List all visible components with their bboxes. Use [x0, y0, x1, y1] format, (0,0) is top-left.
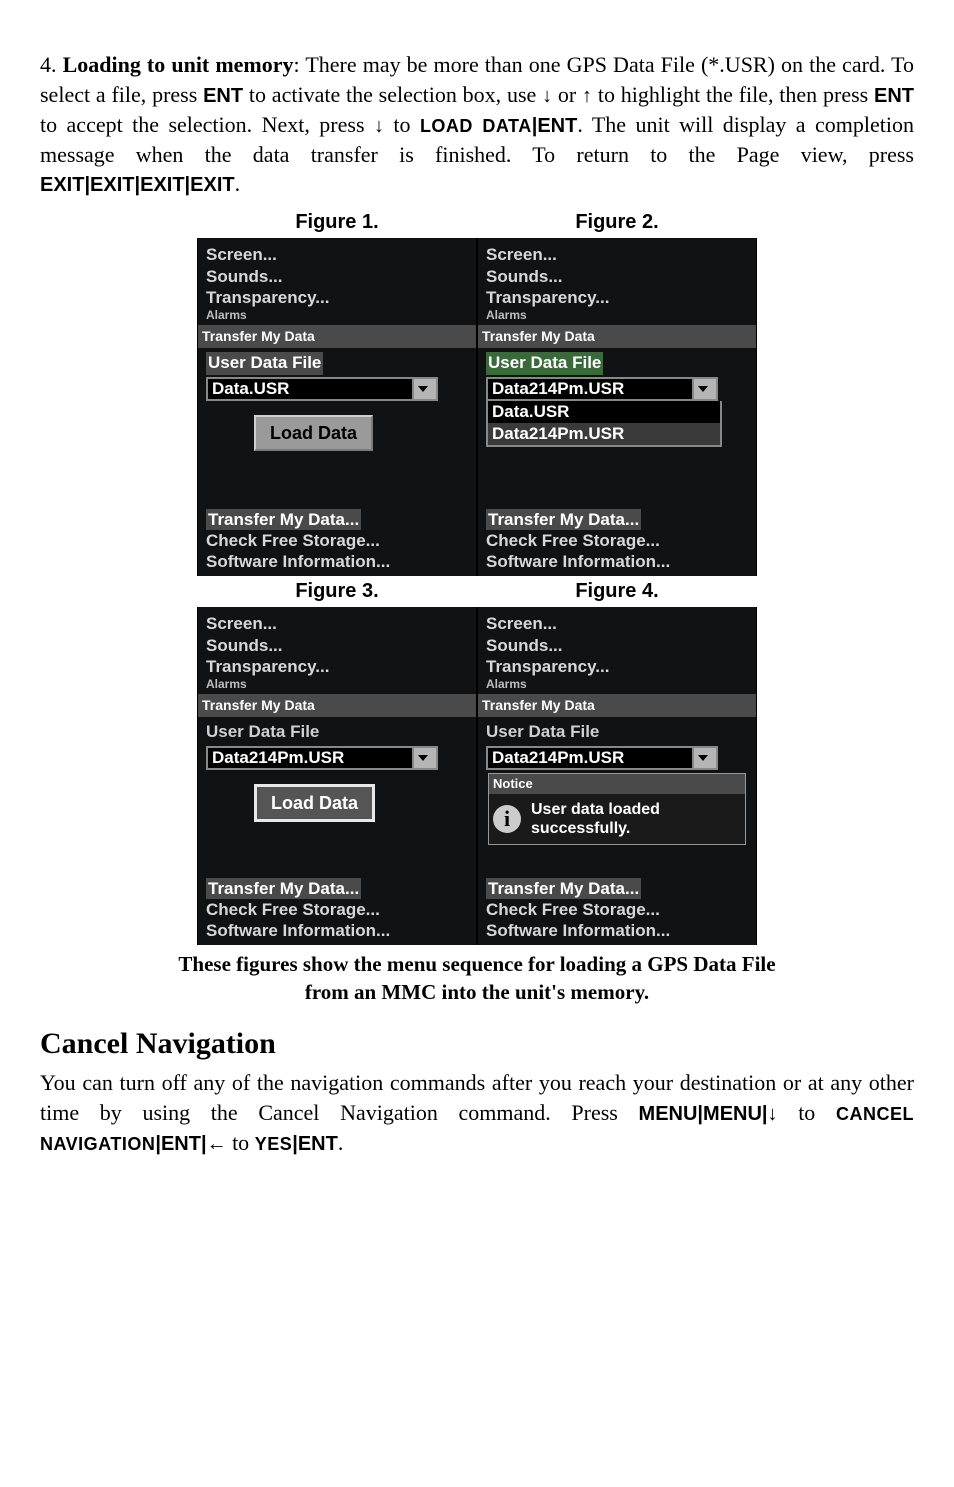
- user-data-file-label[interactable]: User Data File: [206, 721, 468, 744]
- file-combo[interactable]: Data214Pm.USR: [206, 746, 438, 770]
- menu-seq: MENU|MENU: [639, 1103, 762, 1125]
- exit-seq: EXIT|EXIT|EXIT|EXIT: [40, 174, 235, 196]
- menu-screen: Screen...: [206, 613, 468, 634]
- figure-1-title: Figure 1.: [197, 207, 477, 238]
- load-data-button[interactable]: Load Data: [254, 784, 375, 822]
- ent-1: ENT: [203, 85, 243, 107]
- notice-text: User data loaded successfully.: [531, 800, 660, 838]
- combo-value: Data.USR: [206, 377, 414, 401]
- figures-caption: These figures show the menu sequence for…: [40, 951, 914, 1006]
- menu-software-info[interactable]: Software Information...: [486, 920, 748, 941]
- chevron-down-icon[interactable]: [694, 377, 718, 401]
- step-body-3: to highlight the file, then press: [592, 82, 874, 107]
- or-text: or: [552, 82, 582, 107]
- combo-value: Data214Pm.USR: [486, 377, 694, 401]
- user-data-file-label[interactable]: User Data File: [486, 352, 603, 375]
- figure-3-title: Figure 3.: [197, 576, 477, 607]
- menu-transfer[interactable]: Transfer My Data...: [486, 509, 641, 530]
- figure-2-screen: Screen... Sounds... Transparency... Alar…: [477, 238, 757, 576]
- dropdown-option-1[interactable]: Data.USR: [488, 401, 720, 423]
- figure-4-title: Figure 4.: [477, 576, 757, 607]
- file-combo[interactable]: Data214Pm.USR: [486, 377, 718, 401]
- step-title: Loading to unit memory: [63, 52, 294, 77]
- menu-transparency: Transparency...: [206, 287, 468, 308]
- menu-sounds: Sounds...: [206, 266, 468, 287]
- to-1: to: [384, 112, 420, 137]
- menu-partial: Alarms: [206, 677, 468, 692]
- figure-1-screen: Screen... Sounds... Transparency... Alar…: [197, 238, 477, 576]
- figure-2-title: Figure 2.: [477, 207, 757, 238]
- menu-sounds: Sounds...: [206, 635, 468, 656]
- menu-check-free[interactable]: Check Free Storage...: [486, 899, 748, 920]
- notice-title: Notice: [489, 774, 745, 794]
- info-icon: i: [493, 805, 521, 833]
- to-3: to: [227, 1130, 255, 1155]
- menu-software-info[interactable]: Software Information...: [206, 920, 468, 941]
- chevron-down-icon[interactable]: [414, 746, 438, 770]
- step-paragraph: 4. Loading to unit memory: There may be …: [40, 50, 914, 199]
- panel-title: Transfer My Data: [478, 325, 756, 348]
- panel-title: Transfer My Data: [198, 694, 476, 717]
- menu-partial: Alarms: [206, 308, 468, 323]
- panel-title: Transfer My Data: [478, 694, 756, 717]
- figure-4-screen: Screen... Sounds... Transparency... Alar…: [477, 607, 757, 945]
- file-dropdown[interactable]: Data.USR Data214Pm.USR: [486, 401, 722, 447]
- menu-transparency: Transparency...: [486, 287, 748, 308]
- arrow-down-1: ↓: [542, 85, 552, 107]
- file-combo[interactable]: Data.USR: [206, 377, 438, 401]
- menu-transparency: Transparency...: [206, 656, 468, 677]
- menu-check-free[interactable]: Check Free Storage...: [206, 899, 468, 920]
- cancel-end: .: [338, 1130, 344, 1155]
- menu-screen: Screen...: [486, 613, 748, 634]
- menu-check-free[interactable]: Check Free Storage...: [206, 530, 468, 551]
- combo-value: Data214Pm.USR: [206, 746, 414, 770]
- load-data-button[interactable]: Load Data: [254, 415, 373, 451]
- cancel-nav-paragraph: You can turn off any of the navigation c…: [40, 1068, 914, 1158]
- menu-screen: Screen...: [486, 244, 748, 265]
- combo-value: Data214Pm.USR: [486, 746, 694, 770]
- step-end: .: [235, 171, 241, 196]
- user-data-file-label[interactable]: User Data File: [486, 721, 748, 744]
- arrow-up: ↑: [582, 85, 592, 107]
- arrow-left: ←: [207, 1133, 227, 1155]
- ent-2: ENT: [874, 85, 914, 107]
- menu-partial: Alarms: [486, 677, 748, 692]
- figure-3-screen: Screen... Sounds... Transparency... Alar…: [197, 607, 477, 945]
- chevron-down-icon[interactable]: [414, 377, 438, 401]
- ent-5: ENT: [298, 1133, 338, 1155]
- menu-transfer[interactable]: Transfer My Data...: [206, 509, 361, 530]
- arrow-down-2: ↓: [374, 115, 384, 137]
- cancel-nav-heading: Cancel Navigation: [40, 1024, 914, 1065]
- arrow-down-3: ↓: [768, 1103, 778, 1125]
- step-body-4: to accept the selection. Next, press: [40, 112, 374, 137]
- menu-transfer[interactable]: Transfer My Data...: [206, 878, 361, 899]
- dropdown-option-2[interactable]: Data214Pm.USR: [488, 423, 720, 445]
- to-2: to: [778, 1100, 836, 1125]
- menu-software-info[interactable]: Software Information...: [486, 551, 748, 572]
- panel-title: Transfer My Data: [198, 325, 476, 348]
- menu-transfer[interactable]: Transfer My Data...: [486, 878, 641, 899]
- load-data-cmd: LOAD DATA: [420, 116, 532, 136]
- step-body-2: to activate the selection box, use: [243, 82, 542, 107]
- menu-screen: Screen...: [206, 244, 468, 265]
- menu-check-free[interactable]: Check Free Storage...: [486, 530, 748, 551]
- menu-software-info[interactable]: Software Information...: [206, 551, 468, 572]
- step-number: 4.: [40, 52, 57, 77]
- menu-sounds: Sounds...: [486, 266, 748, 287]
- yes-cmd: YES: [255, 1134, 293, 1154]
- user-data-file-label[interactable]: User Data File: [206, 352, 323, 375]
- ent-3: ENT: [537, 115, 577, 137]
- menu-partial: Alarms: [486, 308, 748, 323]
- file-combo[interactable]: Data214Pm.USR: [486, 746, 718, 770]
- menu-transparency: Transparency...: [486, 656, 748, 677]
- chevron-down-icon[interactable]: [694, 746, 718, 770]
- menu-sounds: Sounds...: [486, 635, 748, 656]
- ent-4: ENT: [161, 1133, 201, 1155]
- figures-grid: Figure 1. Screen... Sounds... Transparen…: [197, 207, 757, 945]
- notice-popup: Notice i User data loaded successfully.: [488, 773, 746, 845]
